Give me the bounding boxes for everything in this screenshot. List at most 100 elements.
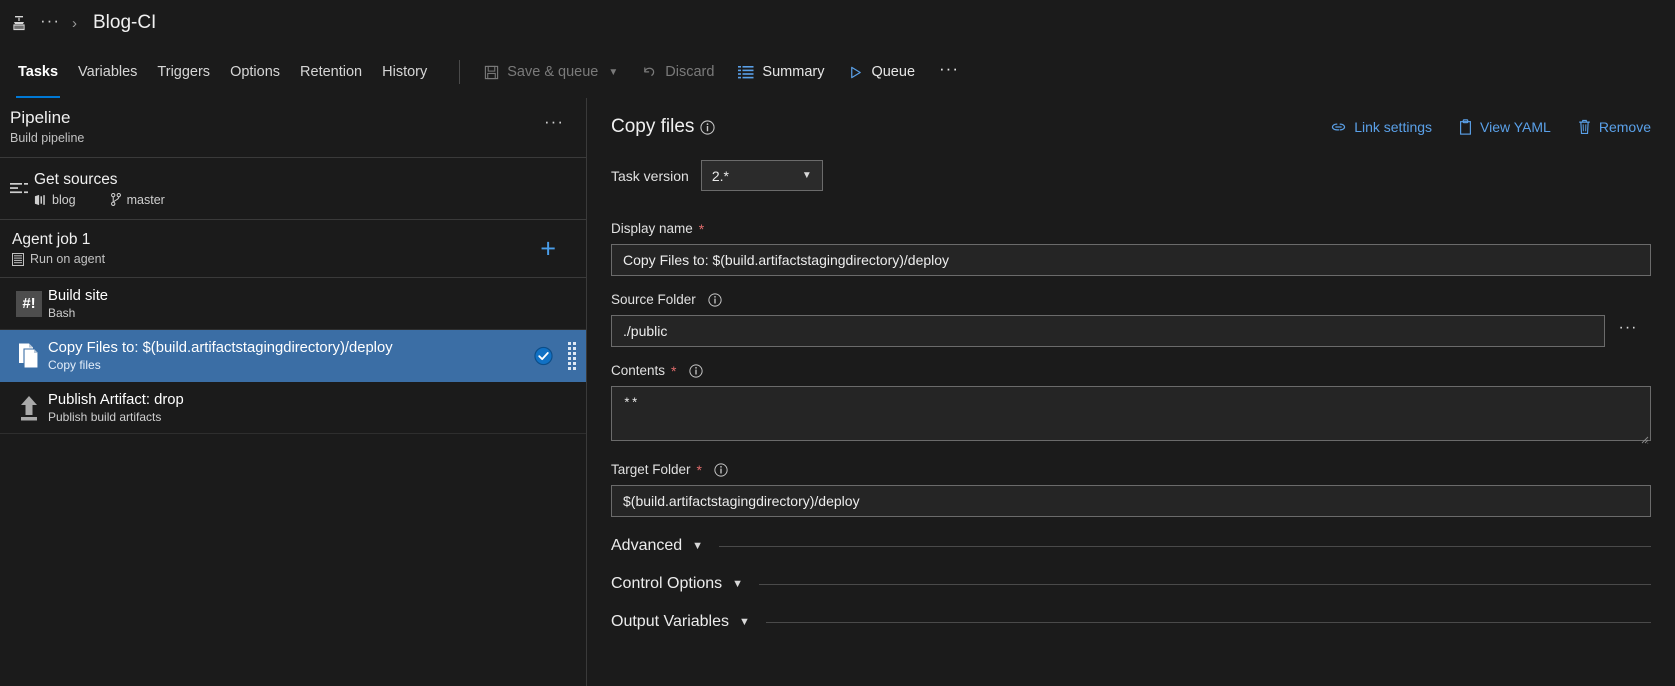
add-task-button[interactable]: + [540, 235, 556, 262]
save-and-queue-label: Save & queue [507, 64, 599, 80]
main-content: Pipeline Build pipeline ··· Get sources [0, 98, 1675, 686]
upload-arrow-icon [10, 394, 48, 422]
info-icon[interactable] [708, 292, 722, 307]
agent-job-body: Agent job 1 Run on agent [12, 231, 105, 266]
task-detail-pane: Copy files Link settings View YAML Remov… [587, 98, 1675, 686]
task-row[interactable]: #! Build site Bash [0, 278, 586, 330]
display-name-label: Display name [611, 221, 693, 236]
tab-variables-label: Variables [78, 64, 138, 80]
required-asterisk: * [671, 362, 677, 379]
task-enabled-check-icon[interactable] [534, 346, 553, 365]
queue-label: Queue [871, 64, 916, 80]
agent-job-subtitle-row: Run on agent [12, 252, 105, 266]
section-divider [765, 621, 1651, 623]
section-advanced[interactable]: Advanced ▼ [611, 537, 1651, 555]
section-output-variables[interactable]: Output Variables ▼ [611, 613, 1651, 631]
section-control-options[interactable]: Control Options ▼ [611, 575, 1651, 593]
branch-icon [110, 193, 122, 206]
source-folder-input[interactable] [611, 315, 1605, 347]
get-sources-item[interactable]: Get sources blog master [0, 158, 586, 220]
detail-title: Copy files [611, 116, 695, 137]
info-icon[interactable] [688, 363, 703, 378]
summary-button[interactable]: Summary [726, 46, 836, 98]
agent-job-title: Agent job 1 [12, 231, 91, 248]
target-folder-label: Target Folder [611, 462, 691, 477]
contents-textarea[interactable]: ** [611, 386, 1651, 441]
source-folder-browse-button[interactable]: ··· [1605, 315, 1651, 347]
copy-files-icon [10, 342, 48, 370]
task-subtitle: Bash [48, 305, 76, 320]
server-icon [12, 252, 24, 266]
section-output-variables-label: Output Variables [611, 613, 729, 630]
get-sources-body: Get sources blog master [34, 171, 165, 207]
chevron-down-icon: ▼ [608, 66, 619, 78]
page-title: Blog-CI [92, 12, 157, 33]
breadcrumb-overflow[interactable]: ··· [40, 12, 60, 35]
source-folder-input-wrap: ··· [611, 315, 1651, 347]
display-name-field: Display name * [611, 221, 1651, 276]
remove-button[interactable]: Remove [1577, 119, 1651, 135]
tab-options[interactable]: Options [220, 46, 290, 98]
branch-name: master [126, 192, 165, 207]
get-sources-icon [4, 181, 34, 197]
pipeline-header[interactable]: Pipeline Build pipeline ··· [0, 98, 586, 158]
task-drag-handle[interactable] [568, 341, 576, 370]
chevron-down-icon: ▼ [692, 540, 704, 552]
toolbar-divider [459, 60, 461, 84]
task-body: Copy Files to: $(build.artifactstagingdi… [48, 340, 393, 372]
chevron-down-icon: ▼ [739, 616, 750, 628]
toolbar-more-button[interactable]: ··· [927, 46, 971, 98]
detail-actions: Link settings View YAML Remove [1330, 119, 1651, 135]
view-yaml-label: View YAML [1480, 119, 1551, 135]
display-name-input[interactable] [611, 244, 1651, 276]
queue-button[interactable]: Queue [836, 46, 927, 98]
task-form: Task version 2.* ▼ Display name * Source… [587, 138, 1675, 631]
target-folder-field: Target Folder * [611, 462, 1651, 517]
task-body: Publish Artifact: drop Publish build art… [48, 392, 184, 424]
save-and-queue-button[interactable]: Save & queue ▼ [472, 46, 630, 98]
shebang-icon: #! [10, 290, 48, 317]
info-icon[interactable] [700, 119, 715, 135]
tab-options-label: Options [230, 64, 281, 80]
tab-retention[interactable]: Retention [290, 46, 372, 98]
task-version-value: 2.* [711, 167, 729, 184]
tab-history-label: History [382, 64, 428, 80]
pipeline-subtitle: Build pipeline [10, 131, 85, 145]
discard-label: Discard [665, 64, 715, 80]
target-folder-input[interactable] [611, 485, 1651, 517]
required-asterisk: * [696, 461, 702, 478]
task-version-label: Task version [611, 167, 689, 184]
task-row[interactable]: Copy Files to: $(build.artifactstagingdi… [0, 330, 586, 382]
view-yaml-button[interactable]: View YAML [1458, 119, 1551, 135]
source-folder-label-row: Source Folder [611, 292, 1651, 307]
repository-icon [34, 194, 47, 206]
detail-header: Copy files Link settings View YAML Remov… [587, 98, 1675, 138]
tab-variables[interactable]: Variables [68, 46, 147, 98]
branch-chip: master [110, 193, 165, 207]
task-version-select[interactable]: 2.* ▼ [700, 160, 823, 191]
agent-job-item[interactable]: Agent job 1 Run on agent + [0, 220, 586, 278]
source-folder-label: Source Folder [611, 292, 696, 307]
task-title: Publish Artifact: drop [48, 391, 184, 408]
task-row[interactable]: Publish Artifact: drop Publish build art… [0, 382, 586, 434]
pipeline-title: Pipeline [10, 108, 71, 127]
tab-history[interactable]: History [372, 46, 437, 98]
tab-tasks[interactable]: Tasks [8, 46, 68, 98]
contents-textarea-wrap: ** [611, 386, 1651, 446]
contents-field: Contents * ** [611, 363, 1651, 446]
pipeline-more-button[interactable]: ··· [544, 112, 564, 132]
target-folder-label-row: Target Folder * [611, 462, 1651, 477]
link-settings-button[interactable]: Link settings [1330, 119, 1432, 135]
section-advanced-label: Advanced [611, 537, 683, 554]
play-triangle-icon [848, 65, 863, 80]
tab-retention-label: Retention [300, 64, 363, 80]
task-subtitle: Publish build artifacts [48, 409, 162, 424]
undo-icon [642, 65, 657, 80]
chevron-down-icon: ▼ [732, 578, 744, 590]
discard-button[interactable]: Discard [630, 46, 726, 98]
source-folder-field: Source Folder ··· [611, 292, 1651, 347]
tab-bar: Tasks Variables Triggers Options Retenti… [0, 46, 1675, 98]
info-icon[interactable] [714, 462, 728, 477]
summary-label: Summary [762, 64, 825, 80]
tab-triggers[interactable]: Triggers [147, 46, 220, 98]
